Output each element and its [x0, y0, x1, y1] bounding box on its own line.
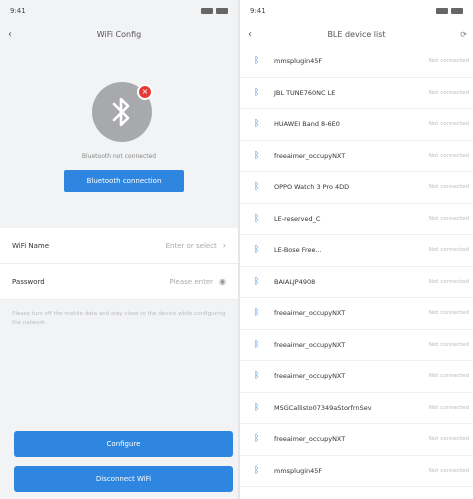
- device-name: OPPO Watch 3 Pro 4DD: [274, 183, 350, 192]
- status-bar: 9:41: [240, 0, 473, 22]
- device-name: MSGCallisto07349aStorfrnSev: [274, 403, 372, 412]
- device-name: BAIALJP4908: [274, 277, 316, 286]
- configure-button[interactable]: Configure: [14, 431, 233, 457]
- wifi-config-screen: 9:41 ‹ WiFi Config × Bluetooth not conne…: [0, 0, 238, 499]
- refresh-icon[interactable]: ⟳: [460, 30, 467, 39]
- wifi-form: WiFi Name Enter or select › Password Ple…: [0, 228, 238, 300]
- status-icons: [201, 8, 228, 14]
- wifi-name-label: WiFi Name: [12, 241, 50, 250]
- device-name: freeaimer_occupyNXT: [274, 435, 346, 444]
- device-name: HUAWEI Band 8-6E0: [274, 120, 340, 129]
- status-bar: 9:41: [0, 0, 238, 22]
- device-status: Not connected: [428, 467, 469, 474]
- page-title: WiFi Config: [96, 29, 142, 39]
- bluetooth-connect-button[interactable]: Bluetooth connection: [64, 170, 184, 192]
- back-button[interactable]: ‹: [248, 29, 252, 40]
- bluetooth-status-text: Bluetooth not connected: [81, 153, 157, 160]
- device-list: ᛒ mmsplugin45F Not connected ᛒ JBL TUNE760NC…: [240, 46, 473, 487]
- device-status: Not connected: [428, 184, 469, 191]
- bluetooth-icon: ᛒ: [254, 465, 260, 476]
- device-status: Not connected: [428, 341, 469, 348]
- device-list-item[interactable]: ᛒ BAIALJP4908 Not connected: [240, 267, 473, 298]
- device-list-item[interactable]: ᛒ freeaimer_occupyNXT Not connected: [240, 330, 473, 361]
- bluetooth-icon: ᛒ: [254, 87, 260, 98]
- status-icons: [436, 8, 463, 14]
- device-status: Not connected: [428, 89, 469, 96]
- device-name: LE-Bose Free...: [274, 246, 322, 255]
- password-label: Password: [12, 277, 45, 286]
- page-title: BLE device list: [327, 29, 386, 39]
- device-list-item[interactable]: ᛒ freeaimer_occupyNXT Not connected: [240, 298, 473, 330]
- device-name: mmsplugin45F: [274, 57, 323, 66]
- device-status: Not connected: [428, 152, 469, 159]
- device-status: Not connected: [428, 215, 469, 222]
- device-name: freeaimer_occupyNXT: [274, 340, 346, 349]
- disconnect-wifi-button[interactable]: Disconnect WiFi: [14, 466, 233, 492]
- device-list-item[interactable]: ᛒ mmsplugin45F Not connected: [240, 456, 473, 487]
- wifi-name-row[interactable]: WiFi Name Enter or select ›: [0, 228, 238, 264]
- password-row[interactable]: Password Please enter ◉: [0, 264, 238, 300]
- bluetooth-icon: ᛒ: [254, 339, 260, 350]
- bluetooth-glyph-icon: [112, 97, 130, 127]
- bluetooth-icon: ᛒ: [254, 119, 260, 130]
- device-name: mmsplugin45F: [274, 466, 323, 475]
- bluetooth-icon: ᛒ: [254, 308, 260, 319]
- bluetooth-icon: ᛒ: [254, 150, 260, 161]
- bluetooth-icon: ᛒ: [254, 213, 260, 224]
- device-list-item[interactable]: ᛒ freeaimer_occupyNXT Not connected: [240, 361, 473, 393]
- device-list-item[interactable]: ᛒ LE-Bose Free... Not connected: [240, 235, 473, 267]
- device-list-item[interactable]: ᛒ freeaimer_occupyNXT Not connected: [240, 424, 473, 456]
- device-list-item[interactable]: ᛒ LE-reserved_C Not connected: [240, 204, 473, 235]
- device-name: JBL TUNE760NC LE: [274, 88, 336, 97]
- battery-icon: [216, 8, 228, 14]
- device-name: LE-reserved_C: [274, 214, 321, 223]
- wifi-name-input[interactable]: Enter or select: [82, 242, 223, 250]
- nav-bar: ‹ WiFi Config: [0, 22, 238, 46]
- device-name: freeaimer_occupyNXT: [274, 309, 346, 318]
- battery-icon: [451, 8, 463, 14]
- device-status: Not connected: [428, 278, 469, 285]
- ble-device-list-screen: 9:41 ‹ BLE device list ⟳ ᛒ mmsplugin45F No…: [240, 0, 473, 499]
- bluetooth-icon: ᛒ: [254, 434, 260, 445]
- status-time: 9:41: [10, 7, 26, 15]
- bluetooth-icon: ᛒ: [254, 402, 260, 413]
- device-list-item[interactable]: ᛒ mmsplugin45F Not connected: [240, 46, 473, 78]
- chevron-right-icon[interactable]: ›: [223, 241, 226, 250]
- device-list-item[interactable]: ᛒ OPPO Watch 3 Pro 4DD Not connected: [240, 172, 473, 204]
- password-input[interactable]: Please enter: [82, 278, 219, 286]
- disconnected-badge-icon: ×: [137, 84, 153, 100]
- status-time: 9:41: [250, 7, 266, 15]
- device-status: Not connected: [428, 310, 469, 317]
- device-status: Not connected: [428, 404, 469, 411]
- bluetooth-icon: ᛒ: [254, 276, 260, 287]
- bluetooth-section: × Bluetooth not connected Bluetooth conn…: [0, 46, 238, 228]
- device-list-item[interactable]: ᛒ HUAWEI Band 8-6E0 Not connected: [240, 109, 473, 141]
- signal-icon: [201, 8, 213, 14]
- device-status: Not connected: [428, 58, 469, 65]
- device-list-item[interactable]: ᛒ MSGCallisto07349aStorfrnSev Not connecte…: [240, 393, 473, 424]
- bluetooth-icon: ᛒ: [254, 182, 260, 193]
- signal-icon: [436, 8, 448, 14]
- config-hint-text: Please turn off the mobile data and stay…: [12, 311, 226, 326]
- device-status: Not connected: [428, 436, 469, 443]
- device-status: Not connected: [428, 121, 469, 128]
- device-status: Not connected: [428, 247, 469, 254]
- bluetooth-icon: ᛒ: [254, 56, 260, 67]
- nav-bar: ‹ BLE device list ⟳: [240, 22, 473, 46]
- device-list-item[interactable]: ᛒ freeaimer_occupyNXT Not connected: [240, 141, 473, 172]
- back-button[interactable]: ‹: [8, 29, 12, 40]
- eye-icon[interactable]: ◉: [219, 277, 226, 286]
- device-name: freeaimer_occupyNXT: [274, 372, 346, 381]
- device-status: Not connected: [428, 373, 469, 380]
- device-list-item[interactable]: ᛒ JBL TUNE760NC LE Not connected: [240, 78, 473, 109]
- bluetooth-icon: ᛒ: [254, 245, 260, 256]
- device-name: freeaimer_occupyNXT: [274, 151, 346, 160]
- bluetooth-icon: ᛒ: [254, 371, 260, 382]
